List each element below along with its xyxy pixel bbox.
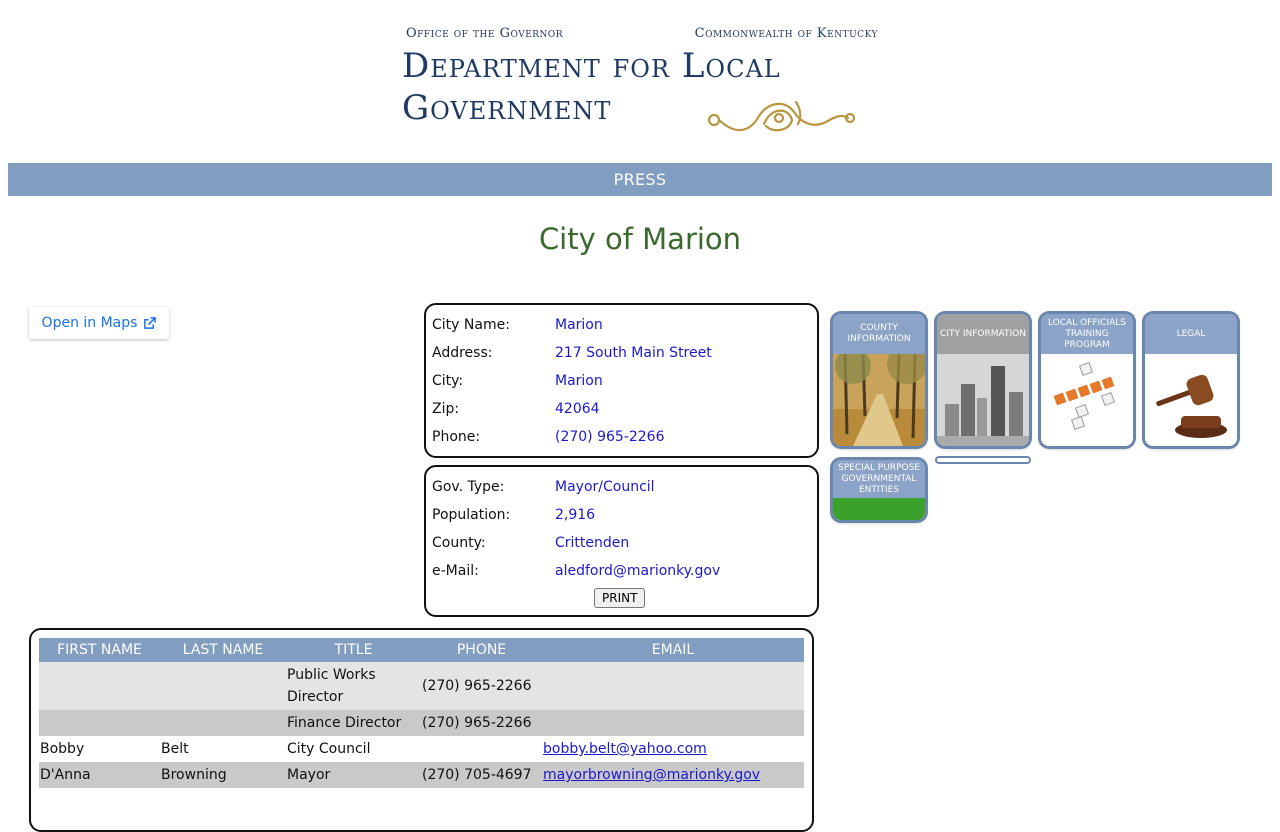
table-header-row: FIRST NAME LAST NAME TITLE PHONE EMAIL xyxy=(39,638,804,662)
tile-label: City Information xyxy=(937,314,1029,354)
tile-label: County Information xyxy=(833,314,925,354)
government-info-box: Gov. Type: Mayor/Council Population: 2,9… xyxy=(424,465,819,617)
cell-last: Belt xyxy=(160,736,286,762)
gov-type-value: Mayor/Council xyxy=(555,479,655,495)
cell-email: mayorbrowning@marionky.gov xyxy=(542,762,804,788)
cell-last: Browning xyxy=(160,762,286,788)
cell-first: D'Anna xyxy=(39,762,160,788)
population-label: Population: xyxy=(432,507,511,523)
cell-first xyxy=(39,662,160,710)
address-label: Address: xyxy=(432,345,493,361)
cell-phone: (270) 965-2266 xyxy=(421,662,542,710)
header-commonwealth: Commonwealth of Kentucky xyxy=(694,26,878,41)
email-label: e-Mail: xyxy=(432,563,479,579)
col-title[interactable]: TITLE xyxy=(286,638,421,662)
zip-value: 42064 xyxy=(555,401,600,417)
tile-local-officials-training[interactable]: Local Officials Training Program xyxy=(1041,314,1133,446)
tile-city-information[interactable]: City Information xyxy=(937,314,1029,446)
gavel-image-icon xyxy=(1145,354,1237,446)
header-title-line2: Government xyxy=(402,88,612,128)
cell-email xyxy=(542,662,804,710)
autumn-trees-image-icon xyxy=(833,354,925,446)
header-office-of-governor: Office of the Governor xyxy=(406,26,564,41)
tile-partial-edge xyxy=(937,458,1029,462)
city-value: Marion xyxy=(555,373,603,389)
county-value: Crittenden xyxy=(555,535,630,551)
tile-special-purpose-entities[interactable]: Special Purpose Governmental Entities xyxy=(833,460,925,520)
city-name-label: City Name: xyxy=(432,317,510,333)
officials-table-box: FIRST NAME LAST NAME TITLE PHONE EMAIL P… xyxy=(29,628,814,832)
city-name-value: Marion xyxy=(555,317,603,333)
nav-press-link[interactable]: PRESS xyxy=(614,170,667,189)
col-first-name[interactable]: FIRST NAME xyxy=(39,638,160,662)
county-label: County: xyxy=(432,535,486,551)
city-skyline-image-icon xyxy=(937,354,1029,446)
email-value: aledford@marionky.gov xyxy=(555,563,721,579)
cell-phone: (270) 965-2266 xyxy=(421,710,542,736)
header-title-line1: Department for Local xyxy=(402,46,781,86)
officials-table: FIRST NAME LAST NAME TITLE PHONE EMAIL P… xyxy=(39,638,804,788)
cell-phone xyxy=(421,736,542,762)
cell-title: Finance Director xyxy=(286,710,421,736)
zip-label: Zip: xyxy=(432,401,460,417)
email-link[interactable]: mayorbrowning@marionky.gov xyxy=(543,767,760,783)
learn-blocks-image-icon xyxy=(1041,354,1133,446)
open-in-maps-label: Open in Maps xyxy=(41,315,138,331)
cell-phone: (270) 705-4697 xyxy=(421,762,542,788)
cell-last xyxy=(160,710,286,736)
flourish-ornament-icon xyxy=(707,100,856,132)
email-link[interactable]: bobby.belt@yahoo.com xyxy=(543,741,707,757)
cell-email: bobby.belt@yahoo.com xyxy=(542,736,804,762)
open-in-maps-button[interactable]: Open in Maps xyxy=(29,307,169,339)
site-header[interactable]: Office of the Governor Commonwealth of K… xyxy=(400,20,880,148)
city-label: City: xyxy=(432,373,464,389)
gov-type-label: Gov. Type: xyxy=(432,479,505,495)
phone-label: Phone: xyxy=(432,429,481,445)
tile-county-information[interactable]: County Information xyxy=(833,314,925,446)
tile-legal[interactable]: Legal xyxy=(1145,314,1237,446)
table-row: D'Anna Browning Mayor (270) 705-4697 may… xyxy=(39,762,804,788)
phone-value: (270) 965-2266 xyxy=(555,429,665,445)
cell-title: Public Works Director xyxy=(286,662,421,710)
city-info-box: City Name: Marion Address: 217 South Mai… xyxy=(424,303,819,458)
table-row: Public Works Director (270) 965-2266 xyxy=(39,662,804,710)
cell-title: Mayor xyxy=(286,762,421,788)
cell-email xyxy=(542,710,804,736)
col-last-name[interactable]: LAST NAME xyxy=(160,638,286,662)
cell-first xyxy=(39,710,160,736)
main-nav: PRESS xyxy=(8,163,1272,196)
address-value: 217 South Main Street xyxy=(555,345,712,361)
cell-first: Bobby xyxy=(39,736,160,762)
cell-title: City Council xyxy=(286,736,421,762)
print-button[interactable]: PRINT xyxy=(594,588,646,608)
tile-label: Special Purpose Governmental Entities xyxy=(833,460,925,498)
population-value: 2,916 xyxy=(555,507,596,523)
table-row: Bobby Belt City Council bobby.belt@yahoo… xyxy=(39,736,804,762)
external-link-icon xyxy=(144,316,157,329)
spge-green-image-icon xyxy=(833,498,925,520)
col-phone[interactable]: PHONE xyxy=(421,638,542,662)
cell-last xyxy=(160,662,286,710)
page-title: City of Marion xyxy=(538,222,742,256)
col-email[interactable]: EMAIL xyxy=(542,638,804,662)
table-row: Finance Director (270) 965-2266 xyxy=(39,710,804,736)
tile-label: Legal xyxy=(1145,314,1237,354)
tile-label: Local Officials Training Program xyxy=(1041,314,1133,354)
